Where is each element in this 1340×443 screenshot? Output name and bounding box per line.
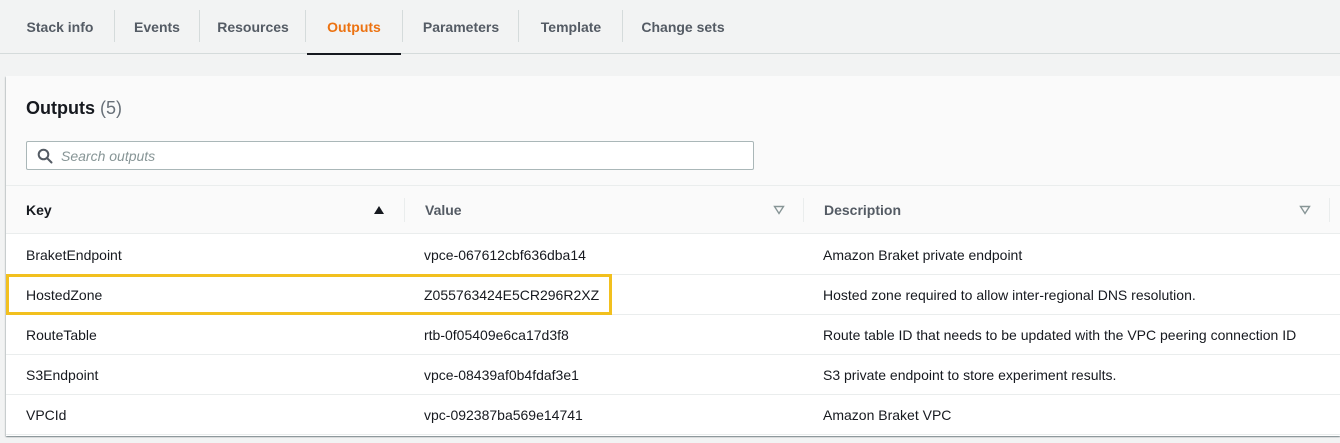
tab-divider (199, 10, 200, 42)
tab-stack-info[interactable]: Stack info (10, 0, 110, 54)
tab-divider (622, 10, 623, 42)
cell-key: VPCId (26, 407, 67, 423)
panel-header: Outputs (5) (6, 76, 1340, 186)
table-row: VPCId vpc-092387ba569e14741 Amazon Brake… (6, 395, 1340, 435)
cell-value: Z055763424E5CR296R2XZ (424, 287, 600, 303)
sort-ascending-icon[interactable] (373, 205, 385, 215)
panel-title-text: Outputs (26, 98, 95, 118)
tab-divider (402, 10, 403, 42)
tab-template[interactable]: Template (522, 0, 620, 54)
panel-title: Outputs (5) (26, 98, 122, 119)
cell-key: RouteTable (26, 327, 97, 343)
sort-icon[interactable] (1299, 205, 1311, 215)
table-row: HostedZone Z055763424E5CR296R2XZ Hosted … (6, 275, 1340, 315)
outputs-panel: Outputs (5) Key Value Description Braket… (6, 76, 1340, 436)
tab-resources[interactable]: Resources (203, 0, 303, 54)
tab-bar: Stack info Events Resources Outputs Para… (0, 0, 1340, 55)
table-row: BraketEndpoint vpce-067612cbf636dba14 Am… (6, 235, 1340, 275)
tab-parameters[interactable]: Parameters (406, 0, 516, 54)
cell-key: HostedZone (26, 287, 103, 303)
search-input[interactable] (61, 144, 741, 167)
search-icon (37, 148, 53, 163)
column-header-key[interactable]: Key (26, 186, 52, 234)
tab-events[interactable]: Events (118, 0, 196, 54)
cell-value: vpce-08439af0b4fdaf3e1 (424, 367, 579, 383)
cell-description: Route table ID that needs to be updated … (823, 327, 1297, 343)
cell-description: Hosted zone required to allow inter-regi… (823, 287, 1196, 303)
sort-icon[interactable] (773, 205, 785, 215)
cell-key: S3Endpoint (26, 367, 99, 383)
column-divider (803, 198, 804, 222)
cell-value: vpc-092387ba569e14741 (424, 407, 583, 423)
column-divider (404, 198, 405, 222)
cell-description: Amazon Braket VPC (823, 407, 952, 423)
column-header-description[interactable]: Description (824, 186, 901, 234)
cell-key: BraketEndpoint (26, 247, 122, 263)
cell-description: S3 private endpoint to store experiment … (823, 367, 1117, 383)
tab-change-sets[interactable]: Change sets (626, 0, 740, 54)
tab-outputs[interactable]: Outputs (307, 0, 401, 55)
tab-divider (518, 10, 519, 42)
cell-description: Amazon Braket private endpoint (823, 247, 1023, 263)
column-header-value[interactable]: Value (425, 186, 462, 234)
cell-value: vpce-067612cbf636dba14 (424, 247, 586, 263)
output-count: (5) (100, 98, 123, 118)
tab-divider (305, 10, 306, 42)
table-header: Key Value Description (6, 186, 1340, 234)
column-divider (1329, 198, 1330, 222)
table-row: S3Endpoint vpce-08439af0b4fdaf3e1 S3 pri… (6, 355, 1340, 395)
cell-value: rtb-0f05409e6ca17d3f8 (424, 327, 569, 343)
tab-divider (114, 10, 115, 42)
search-box (26, 141, 754, 170)
table-row: RouteTable rtb-0f05409e6ca17d3f8 Route t… (6, 315, 1340, 355)
